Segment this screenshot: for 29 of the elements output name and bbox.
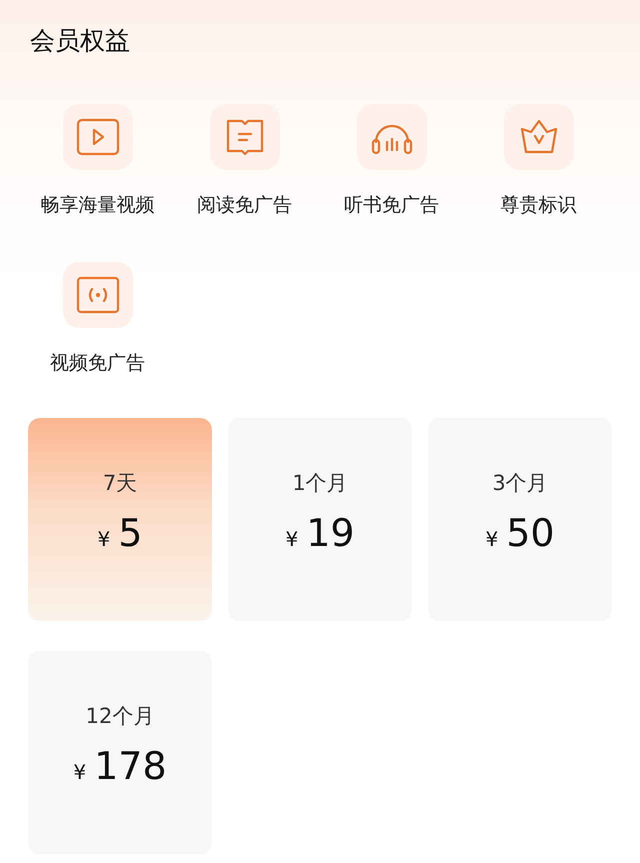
plan-card[interactable]: 7天 ¥ 5 [28,418,212,621]
plan-duration: 3个月 [492,470,548,496]
plan-duration: 7天 [102,470,138,496]
play-icon [76,118,120,156]
currency-sign: ¥ [73,760,86,784]
benefit-label: 视频免广告 [50,351,145,376]
plan-card[interactable]: 3个月 ¥ 50 [428,418,612,621]
benefit-label: 听书免广告 [344,193,439,218]
currency-sign: ¥ [98,526,110,550]
icon-tile[interactable] [504,104,574,170]
section-title: 会员权益 [30,25,131,57]
plan-card[interactable]: 1个月 ¥ 19 [228,418,412,621]
plan-price: 5 [118,510,142,554]
icon-tile[interactable] [62,104,132,170]
plan-price: 50 [506,510,555,554]
currency-sign: ¥ [285,526,298,550]
benefit-label: 尊贵标识 [500,193,576,218]
plan-duration: 1个月 [292,470,348,496]
plan-duration: 12个月 [86,702,154,730]
icon-tile[interactable] [356,104,426,170]
benefit-label: 阅读免广告 [197,193,292,218]
currency-sign: ¥ [485,526,498,550]
plan-price: 178 [94,744,167,788]
icon-tile[interactable] [210,104,280,170]
benefit-label: 畅享海量视频 [40,193,154,218]
signal-icon [76,276,120,314]
plan-price: 19 [306,510,355,554]
icon-tile[interactable] [62,262,132,328]
plan-card[interactable]: 12个月 ¥ 178 [28,651,212,854]
